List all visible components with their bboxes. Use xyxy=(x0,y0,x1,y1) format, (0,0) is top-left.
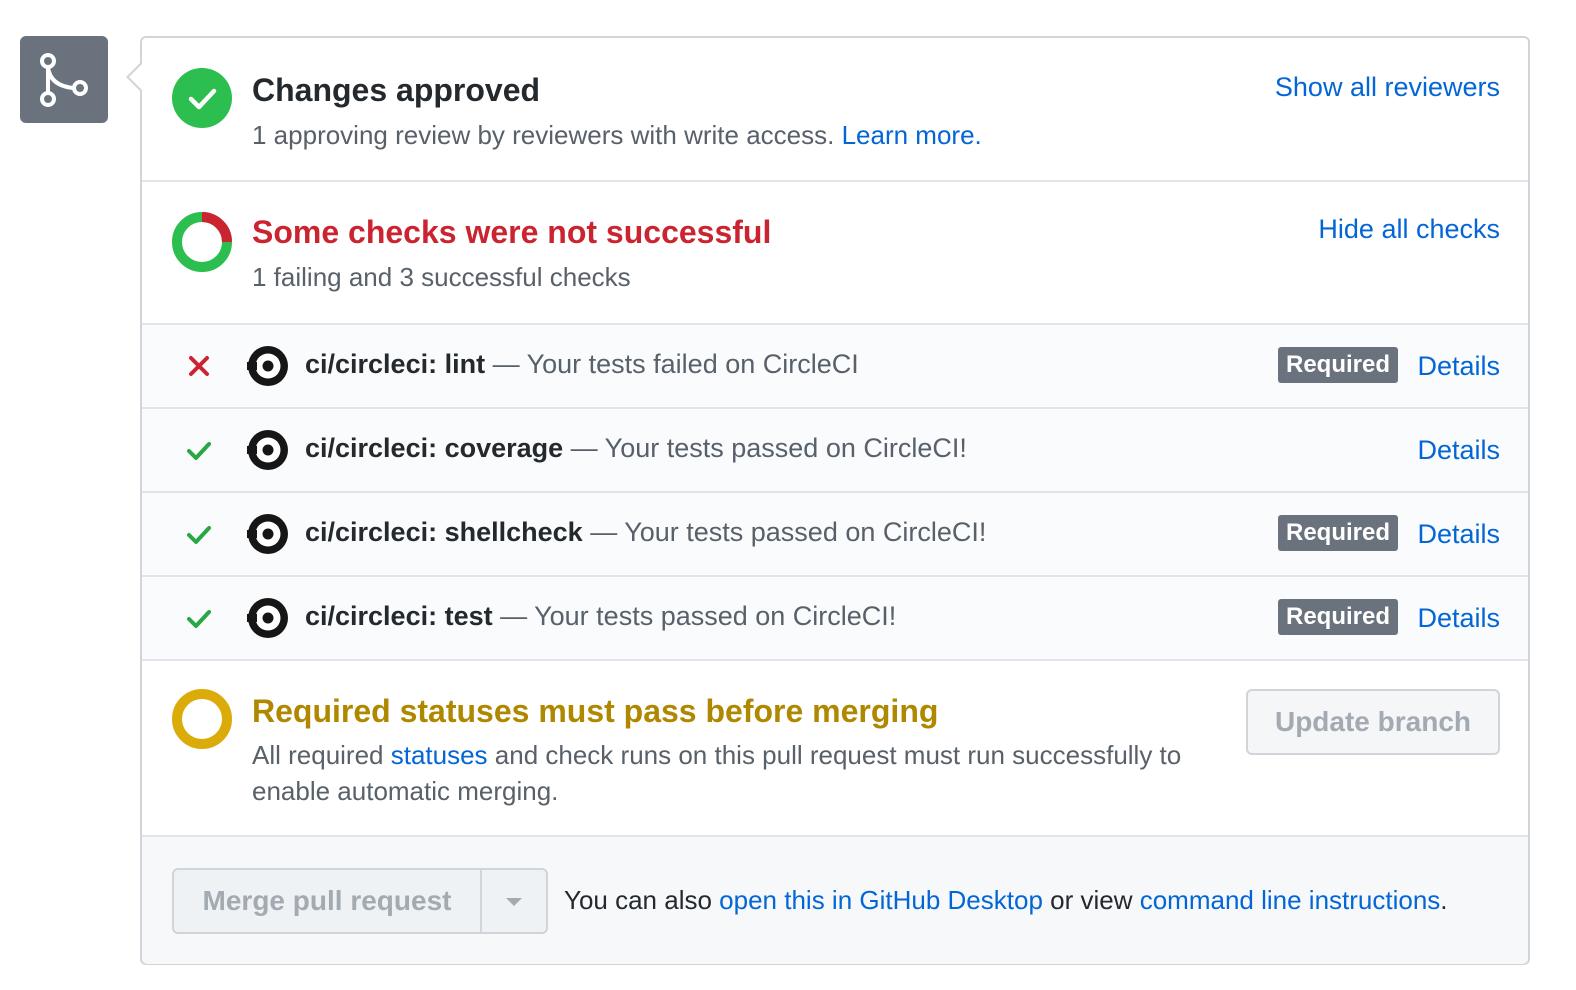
check-row: ci/circleci: shellcheck — Your tests pas… xyxy=(142,493,1528,577)
merge-status-panel: Changes approved 1 approving review by r… xyxy=(126,36,1530,965)
learn-more-link[interactable]: Learn more. xyxy=(842,120,982,150)
required-badge: Required xyxy=(1277,347,1398,383)
merge-note: You can also open this in GitHub Desktop… xyxy=(564,885,1448,916)
check-description: — Your tests passed on CircleCI! xyxy=(563,433,967,463)
merge-pull-request-button[interactable]: Merge pull request xyxy=(174,870,482,932)
hide-all-checks-link[interactable]: Hide all checks xyxy=(1318,214,1500,245)
details-link[interactable]: Details xyxy=(1417,603,1500,634)
circleci-logo-icon xyxy=(247,514,288,554)
required-statuses-title: Required statuses must pass before mergi… xyxy=(252,693,939,729)
merge-options-dropdown[interactable] xyxy=(482,870,546,932)
merge-button-group: Merge pull request xyxy=(172,868,548,934)
checks-title: Some checks were not successful xyxy=(252,214,772,250)
check-circle-icon xyxy=(172,68,232,128)
pending-ring-icon xyxy=(172,689,232,749)
check-icon xyxy=(187,442,211,460)
checks-subtext: 1 failing and 3 successful checks xyxy=(252,262,631,292)
x-icon xyxy=(189,356,209,376)
partial-ring-icon xyxy=(172,212,232,272)
required-badge: Required xyxy=(1277,515,1398,551)
command-line-instructions-link[interactable]: command line instructions xyxy=(1140,885,1441,915)
approval-subtext: 1 approving review by reviewers with wri… xyxy=(252,120,982,151)
merge-note-prefix: You can also xyxy=(564,885,720,915)
approval-section: Changes approved 1 approving review by r… xyxy=(142,38,1528,182)
circleci-logo-icon xyxy=(247,598,288,638)
check-row: ci/circleci: test — Your tests passed on… xyxy=(142,577,1528,661)
merge-note-middle: or view xyxy=(1042,885,1140,915)
check-row: ci/circleci: coverage — Your tests passe… xyxy=(142,409,1528,493)
check-description: — Your tests passed on CircleCI! xyxy=(582,517,987,547)
statuses-link[interactable]: statuses xyxy=(391,740,488,770)
merge-icon-box xyxy=(20,36,108,123)
required-badge: Required xyxy=(1277,599,1398,635)
check-description: — Your tests failed on CircleCI xyxy=(485,349,859,379)
details-link[interactable]: Details xyxy=(1417,519,1500,550)
check-description: — Your tests passed on CircleCI! xyxy=(492,601,897,631)
check-name: ci/circleci: lint xyxy=(305,349,486,379)
required-statuses-section: Required statuses must pass before mergi… xyxy=(142,659,1528,837)
approval-description: 1 approving review by reviewers with wri… xyxy=(252,120,835,150)
panel-caret-fill xyxy=(129,64,142,90)
circleci-logo-icon xyxy=(247,346,288,386)
details-link[interactable]: Details xyxy=(1417,351,1500,382)
check-text: ci/circleci: coverage — Your tests passe… xyxy=(305,433,967,464)
merge-note-suffix: . xyxy=(1440,885,1448,915)
chevron-down-icon xyxy=(506,898,522,906)
check-text: ci/circleci: shellcheck — Your tests pas… xyxy=(305,517,986,548)
show-all-reviewers-link[interactable]: Show all reviewers xyxy=(1275,72,1500,103)
check-text: ci/circleci: lint — Your tests failed on… xyxy=(305,349,859,380)
github-desktop-link[interactable]: open this in GitHub Desktop xyxy=(719,885,1043,915)
merge-section: Merge pull request You can also open thi… xyxy=(142,837,1528,964)
required-statuses-text: All required statuses and check runs on … xyxy=(252,737,1232,809)
check-row: ci/circleci: lint — Your tests failed on… xyxy=(142,325,1528,409)
check-name: ci/circleci: coverage xyxy=(305,433,564,463)
check-name: ci/circleci: test xyxy=(305,601,493,631)
git-merge-icon xyxy=(40,53,88,107)
checks-summary-section: Some checks were not successful 1 failin… xyxy=(142,182,1528,325)
check-icon xyxy=(187,610,211,628)
check-icon xyxy=(187,526,211,544)
circleci-logo-icon xyxy=(247,430,288,470)
approval-title: Changes approved xyxy=(252,72,541,108)
update-branch-button[interactable]: Update branch xyxy=(1246,689,1500,755)
check-name: ci/circleci: shellcheck xyxy=(305,517,583,547)
check-text: ci/circleci: test — Your tests passed on… xyxy=(305,601,896,632)
required-text-before: All required xyxy=(252,740,391,770)
details-link[interactable]: Details xyxy=(1417,435,1500,466)
